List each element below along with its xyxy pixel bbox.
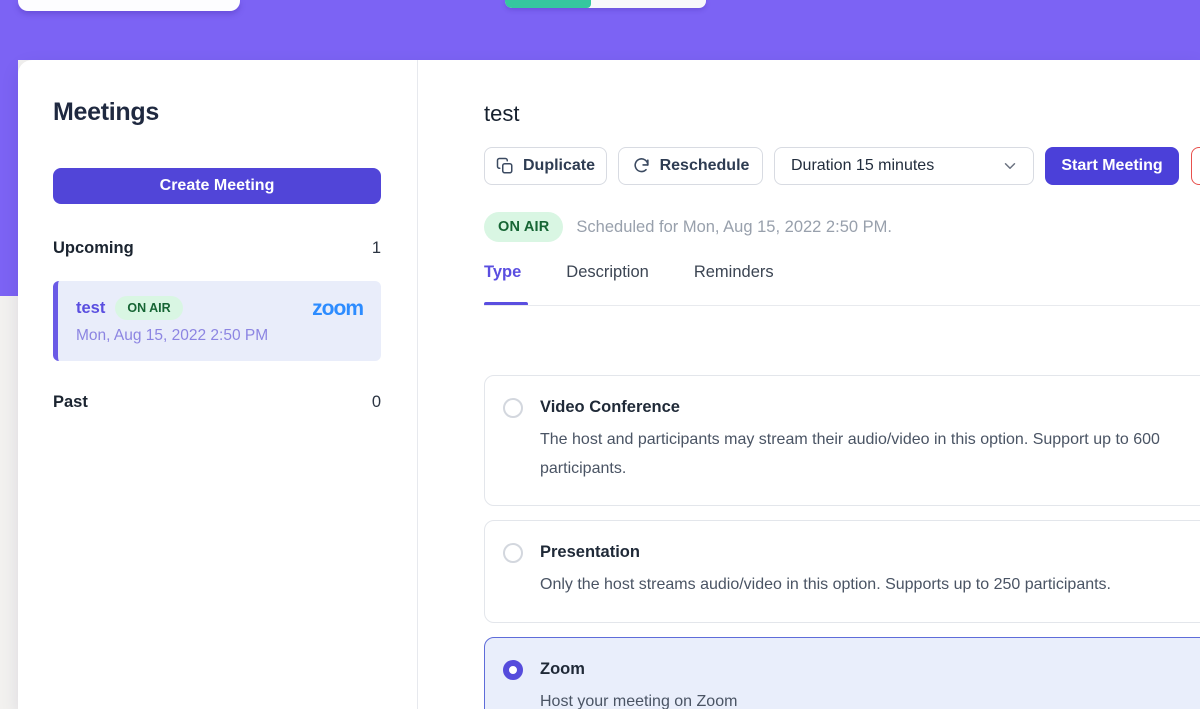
create-meeting-button[interactable]: Create Meeting: [53, 168, 381, 204]
top-toast-remnant: [18, 0, 240, 11]
tabs-divider: [484, 305, 1200, 306]
tab-type[interactable]: Type: [484, 263, 521, 282]
option-title: Presentation: [540, 542, 1111, 562]
option-description: The host and participants may stream the…: [540, 426, 1200, 483]
reschedule-button[interactable]: Reschedule: [618, 147, 763, 185]
option-content: Zoom Host your meeting on Zoom: [540, 659, 737, 709]
option-content: Video Conference The host and participan…: [540, 397, 1200, 483]
reschedule-label: Reschedule: [660, 157, 750, 175]
top-progress-bar: [505, 0, 706, 8]
option-presentation[interactable]: Presentation Only the host streams audio…: [484, 520, 1200, 623]
option-description: Only the host streams audio/video in thi…: [540, 571, 1111, 600]
meeting-list-item[interactable]: test ON AIR zoom Mon, Aug 15, 2022 2:50 …: [53, 281, 381, 361]
chevron-down-icon: [1001, 157, 1019, 175]
tab-reminders[interactable]: Reminders: [694, 263, 774, 282]
option-zoom[interactable]: Zoom Host your meeting on Zoom: [484, 637, 1200, 709]
option-title: Video Conference: [540, 397, 1200, 417]
meeting-name: test: [76, 299, 105, 318]
duration-select[interactable]: Duration 15 minutes: [774, 147, 1034, 185]
duplicate-label: Duplicate: [523, 157, 595, 175]
start-meeting-button[interactable]: Start Meeting: [1045, 147, 1179, 185]
past-count: 0: [372, 393, 381, 412]
upcoming-label: Upcoming: [53, 239, 134, 258]
header-left-band: [0, 60, 18, 296]
sidebar-title: Meetings: [53, 98, 159, 127]
past-section-header: Past 0: [53, 393, 381, 412]
zoom-logo: zoom: [312, 298, 363, 319]
meeting-datetime: Mon, Aug 15, 2022 2:50 PM: [76, 327, 363, 345]
refresh-icon: [632, 157, 651, 176]
meeting-type-options: Video Conference The host and participan…: [484, 375, 1200, 709]
upcoming-count: 1: [372, 239, 381, 258]
copy-icon: [496, 157, 514, 175]
upcoming-section-header: Upcoming 1: [53, 239, 381, 258]
tab-bar: Type Description Reminders: [484, 263, 774, 282]
top-progress-fill: [505, 0, 591, 8]
on-air-status-badge: ON AIR: [484, 212, 563, 242]
option-title: Zoom: [540, 659, 737, 679]
radio-presentation[interactable]: [503, 543, 523, 563]
past-label: Past: [53, 393, 88, 412]
duplicate-button[interactable]: Duplicate: [484, 147, 607, 185]
on-air-badge: ON AIR: [115, 296, 182, 320]
radio-video-conference[interactable]: [503, 398, 523, 418]
option-content: Presentation Only the host streams audio…: [540, 542, 1111, 600]
option-video-conference[interactable]: Video Conference The host and participan…: [484, 375, 1200, 506]
toolbar: Duplicate Reschedule Duration 15 minutes…: [484, 147, 1200, 185]
status-row: ON AIR Scheduled for Mon, Aug 15, 2022 2…: [484, 212, 892, 242]
meeting-item-header: test ON AIR zoom: [76, 296, 363, 320]
meeting-title: test: [484, 101, 519, 127]
app-card: Meetings Create Meeting Upcoming 1 test …: [18, 60, 1200, 709]
delete-meeting-button[interactable]: [1191, 147, 1200, 185]
duration-selected-value: Duration 15 minutes: [791, 157, 934, 175]
tab-description[interactable]: Description: [566, 263, 649, 282]
option-description: Host your meeting on Zoom: [540, 688, 737, 709]
meetings-sidebar: Meetings Create Meeting Upcoming 1 test …: [18, 60, 418, 709]
radio-zoom[interactable]: [503, 660, 523, 680]
scheduled-text: Scheduled for Mon, Aug 15, 2022 2:50 PM.: [576, 218, 892, 237]
